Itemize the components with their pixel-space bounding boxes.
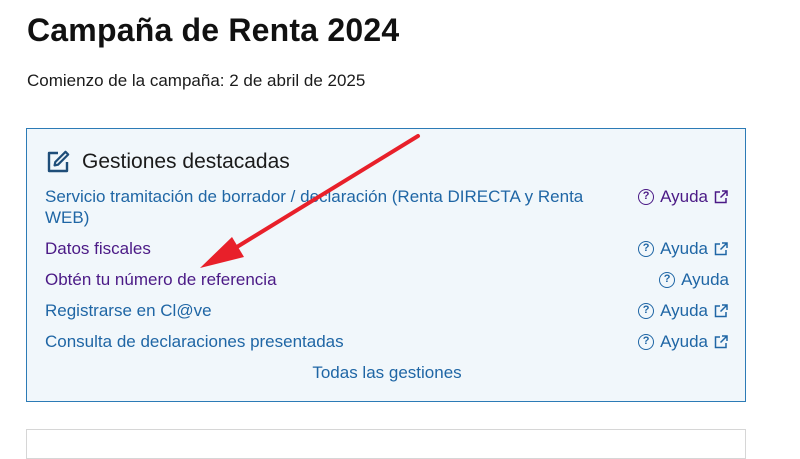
help-link-datos-fiscales[interactable]: ? Ayuda	[638, 238, 729, 259]
help-link-registrarse-clave[interactable]: ? Ayuda	[638, 300, 729, 321]
link-datos-fiscales[interactable]: Datos fiscales	[45, 238, 605, 259]
external-link-icon	[714, 189, 728, 203]
link-numero-referencia[interactable]: Obtén tu número de referencia	[45, 269, 605, 290]
help-label: Ayuda	[660, 332, 708, 351]
help-link-numero-referencia[interactable]: ? Ayuda	[659, 269, 729, 290]
question-circle-icon: ?	[638, 333, 655, 350]
link-registrarse-clave[interactable]: Registrarse en Cl@ve	[45, 300, 605, 321]
campaign-start-text: Comienzo de la campaña: 2 de abril de 20…	[27, 71, 366, 90]
help-label: Ayuda	[681, 270, 729, 289]
all-procedures-link[interactable]: Todas las gestiones	[27, 363, 747, 383]
external-link-icon	[714, 303, 728, 317]
help-label: Ayuda	[660, 301, 708, 320]
next-section-card	[26, 429, 746, 459]
panel-title: Gestiones destacadas	[82, 150, 290, 173]
question-circle-icon: ?	[638, 302, 655, 319]
question-circle-icon: ?	[638, 240, 655, 257]
external-link-icon	[714, 334, 728, 348]
link-consulta-declaraciones[interactable]: Consulta de declaraciones presentadas	[45, 331, 605, 352]
link-servicio-tramitacion[interactable]: Servicio tramitación de borrador / decla…	[45, 186, 605, 228]
page-title: Campaña de Renta 2024	[27, 12, 400, 48]
panel-header: Gestiones destacadas	[45, 149, 290, 175]
edit-icon	[47, 150, 70, 173]
help-link-consulta-declaraciones[interactable]: ? Ayuda	[638, 331, 729, 352]
question-circle-icon: ?	[638, 188, 655, 205]
help-label: Ayuda	[660, 187, 708, 206]
help-link-servicio-tramitacion[interactable]: ? Ayuda	[638, 186, 729, 207]
help-label: Ayuda	[660, 239, 708, 258]
question-circle-icon: ?	[659, 271, 676, 288]
featured-procedures-panel: Gestiones destacadas Servicio tramitació…	[26, 128, 746, 402]
external-link-icon	[714, 241, 728, 255]
